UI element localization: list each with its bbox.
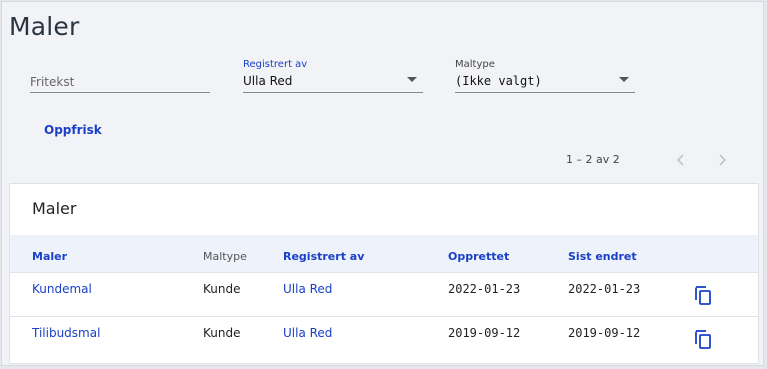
copy-icon[interactable] [693,328,713,350]
page-title: Maler [9,12,80,41]
table-header: Maler Maltype Registrert av Opprettet Si… [10,235,758,273]
column-header-maler[interactable]: Maler [32,250,67,263]
fritekst-placeholder: Fritekst [30,75,75,89]
templates-card: Maler Maler Maltype Registrert av Oppret… [9,183,759,364]
table-row: Tilibudsmal Kunde Ulla Red 2019-09-12 20… [10,317,758,361]
column-header-registrert-av[interactable]: Registrert av [283,250,364,263]
registered-by-link[interactable]: Ulla Red [283,326,332,340]
column-header-maltype: Maltype [203,250,247,263]
column-header-sist-endret[interactable]: Sist endret [568,250,637,263]
registrert-av-select[interactable]: Registrert av Ulla Red [243,59,423,93]
maltype-value: (Ikke valgt) [455,74,542,88]
column-header-opprettet[interactable]: Opprettet [448,250,509,263]
chevron-left-icon[interactable] [673,152,689,168]
created-date: 2022-01-23 [448,282,521,296]
template-type: Kunde [203,282,241,296]
maltype-select[interactable]: Maltype (Ikke valgt) [455,59,635,93]
registered-by-link[interactable]: Ulla Red [283,282,332,296]
copy-icon[interactable] [693,284,713,306]
chevron-down-icon[interactable] [407,77,417,82]
registrert-av-underline [243,92,423,93]
table-row: Kundemal Kunde Ulla Red 2022-01-23 2022-… [10,273,758,317]
last-modified-date: 2022-01-23 [568,282,641,296]
maltype-underline [455,92,635,93]
last-modified-date: 2019-09-12 [568,326,641,340]
registrert-av-label: Registrert av [243,59,308,70]
fritekst-underline [30,92,210,93]
fritekst-input[interactable]: Fritekst [30,62,210,93]
chevron-down-icon[interactable] [619,77,629,82]
chevron-right-icon[interactable] [714,152,730,168]
card-title: Maler [32,199,77,218]
template-name-link[interactable]: Tilibudsmal [32,326,100,340]
maltype-label: Maltype [455,59,495,70]
refresh-button[interactable]: Oppfrisk [44,123,102,137]
template-type: Kunde [203,326,241,340]
app-frame: Maler Fritekst Registrert av Ulla Red Ma… [1,1,764,366]
template-name-link[interactable]: Kundemal [32,282,92,296]
pagination-info: 1 – 2 av 2 [566,153,620,166]
created-date: 2019-09-12 [448,326,521,340]
registrert-av-value: Ulla Red [243,74,293,88]
